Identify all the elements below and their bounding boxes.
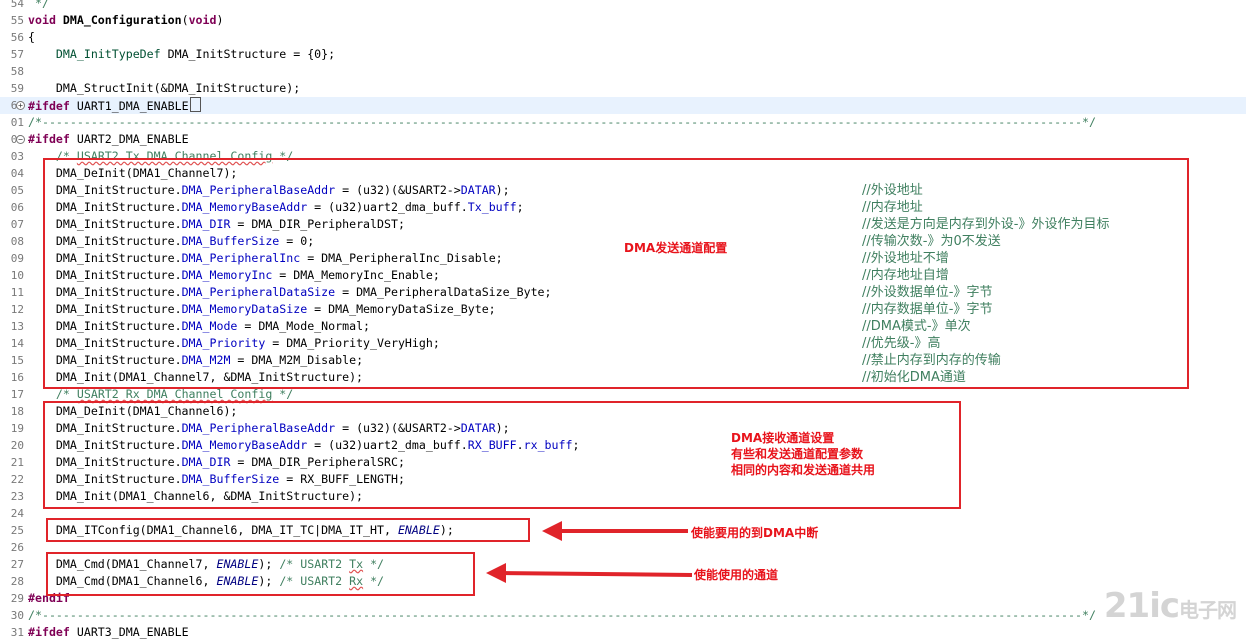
line-number: 22 bbox=[10, 473, 24, 486]
line-number: 27 bbox=[10, 558, 24, 571]
code-token: /* bbox=[55, 387, 77, 401]
code-token: */ bbox=[28, 0, 49, 10]
enable-channels-annotation: 使能使用的通道 bbox=[694, 568, 779, 582]
code-line[interactable]: 59 DMA_StructInit(&DMA_InitStructure); bbox=[0, 80, 1246, 97]
line-number: 58 bbox=[10, 65, 24, 78]
code-text: */ bbox=[28, 0, 49, 12]
code-line[interactable]: 30 /*------------------------------------… bbox=[0, 607, 1246, 624]
line-number: 08 bbox=[10, 235, 24, 248]
line-number: 18 bbox=[10, 405, 24, 418]
code-token: { bbox=[28, 30, 35, 44]
code-token: ) bbox=[216, 13, 224, 27]
code-line[interactable]: 57 DMA_InitTypeDef DMA_InitStructure = {… bbox=[0, 46, 1246, 63]
line-number: 54 bbox=[10, 0, 24, 10]
line-number: 01 bbox=[10, 116, 24, 129]
collapse-fold-icon[interactable]: − bbox=[16, 135, 25, 144]
line-number: 56 bbox=[10, 31, 24, 44]
code-token: DMA_InitTypeDef bbox=[55, 47, 161, 61]
line-number: 11 bbox=[10, 286, 24, 299]
code-line[interactable]: 55 void DMA_Configuration(void) bbox=[0, 12, 1246, 29]
code-token: DMA_StructInit(&DMA_InitStructure); bbox=[28, 81, 301, 95]
line-number: 12 bbox=[10, 303, 24, 316]
code-text: /*--------------------------------------… bbox=[28, 114, 1096, 131]
code-token: UART3_DMA_ENABLE bbox=[69, 625, 189, 639]
line-number: 03 bbox=[10, 150, 24, 163]
collapsed-block-marker[interactable] bbox=[189, 97, 201, 112]
tx-config-highlight-box bbox=[43, 158, 1189, 389]
code-line[interactable]: 01 /*------------------------------------… bbox=[0, 114, 1246, 131]
code-token: void bbox=[188, 13, 217, 27]
line-number: 26 bbox=[10, 541, 24, 554]
expand-fold-icon[interactable]: + bbox=[16, 101, 25, 110]
code-text: void DMA_Configuration(void) bbox=[28, 12, 223, 29]
code-token: #ifdef bbox=[28, 132, 70, 146]
line-number: 59 bbox=[10, 82, 24, 95]
interrupt-annotation: 使能要用的到DMA中断 bbox=[691, 526, 819, 540]
code-token: #ifdef bbox=[28, 99, 70, 113]
itconfig-highlight-box bbox=[46, 518, 530, 542]
code-line[interactable]: 02−#ifdef UART2_DMA_ENABLE bbox=[0, 131, 1246, 148]
code-line[interactable]: 56 { bbox=[0, 29, 1246, 46]
rx-config-annotation: DMA接收通道设置 有些和发送通道配置参数 相同的内容和发送通道共用 bbox=[731, 431, 876, 477]
line-number: 25 bbox=[10, 524, 24, 537]
line-number: 05 bbox=[10, 184, 24, 197]
line-number: 21 bbox=[10, 456, 24, 469]
line-number: 31 bbox=[10, 626, 24, 639]
code-line[interactable]: 31 #ifdef UART3_DMA_ENABLE bbox=[0, 624, 1246, 641]
code-text: #ifdef UART1_DMA_ENABLE bbox=[28, 97, 201, 115]
watermark-logo: 21ic电子网 bbox=[1103, 586, 1237, 626]
code-text: #ifdef UART3_DMA_ENABLE bbox=[28, 624, 189, 641]
enable-channels-arrow bbox=[486, 563, 693, 583]
cmd-highlight-box bbox=[46, 552, 475, 596]
code-token: /*--------------------------------------… bbox=[28, 608, 1096, 622]
code-token: #ifdef bbox=[28, 625, 70, 639]
tx-config-annotation: DMA发送通道配置 bbox=[624, 241, 728, 255]
line-number: 17 bbox=[10, 388, 24, 401]
line-number: 28 bbox=[10, 575, 24, 588]
line-number: 09 bbox=[10, 252, 24, 265]
code-token: */ bbox=[272, 387, 294, 401]
line-number: 10 bbox=[10, 269, 24, 282]
interrupt-arrow bbox=[542, 521, 688, 541]
line-number: 55 bbox=[10, 14, 24, 27]
code-token: /*--------------------------------------… bbox=[28, 115, 1096, 129]
code-token: void bbox=[28, 13, 56, 27]
code-text: /*--------------------------------------… bbox=[28, 607, 1096, 624]
code-text: DMA_StructInit(&DMA_InitStructure); bbox=[28, 80, 300, 97]
line-number: 07 bbox=[10, 218, 24, 231]
code-token: ( bbox=[181, 13, 189, 27]
line-number: 20 bbox=[10, 439, 24, 452]
line-number: 29 bbox=[10, 592, 24, 605]
line-number: 16 bbox=[10, 371, 24, 384]
code-line[interactable]: 60+#ifdef UART1_DMA_ENABLE bbox=[0, 97, 1246, 114]
code-line[interactable]: 54 */ bbox=[0, 0, 1246, 12]
code-token: USART2 Rx DMA Channel Config bbox=[76, 387, 273, 401]
line-number: 19 bbox=[10, 422, 24, 435]
code-token: UART1_DMA_ENABLE bbox=[69, 99, 189, 113]
line-number: 24 bbox=[10, 507, 24, 520]
line-number: 13 bbox=[10, 320, 24, 333]
code-text: #ifdef UART2_DMA_ENABLE bbox=[28, 131, 189, 148]
line-number: 06 bbox=[10, 201, 24, 214]
line-number: 04 bbox=[10, 167, 24, 180]
line-number: 57 bbox=[10, 48, 24, 61]
line-number: 23 bbox=[10, 490, 24, 503]
code-token: DMA_Configuration bbox=[62, 13, 182, 27]
code-token: DMA_InitStructure = {0}; bbox=[160, 47, 336, 61]
code-token: UART2_DMA_ENABLE bbox=[69, 132, 189, 146]
code-line[interactable]: 58 bbox=[0, 63, 1246, 80]
line-number: 30 bbox=[10, 609, 24, 622]
code-text: { bbox=[28, 29, 35, 46]
code-text: DMA_InitTypeDef DMA_InitStructure = {0}; bbox=[28, 46, 335, 63]
line-number: 14 bbox=[10, 337, 24, 350]
line-number: 15 bbox=[10, 354, 24, 367]
